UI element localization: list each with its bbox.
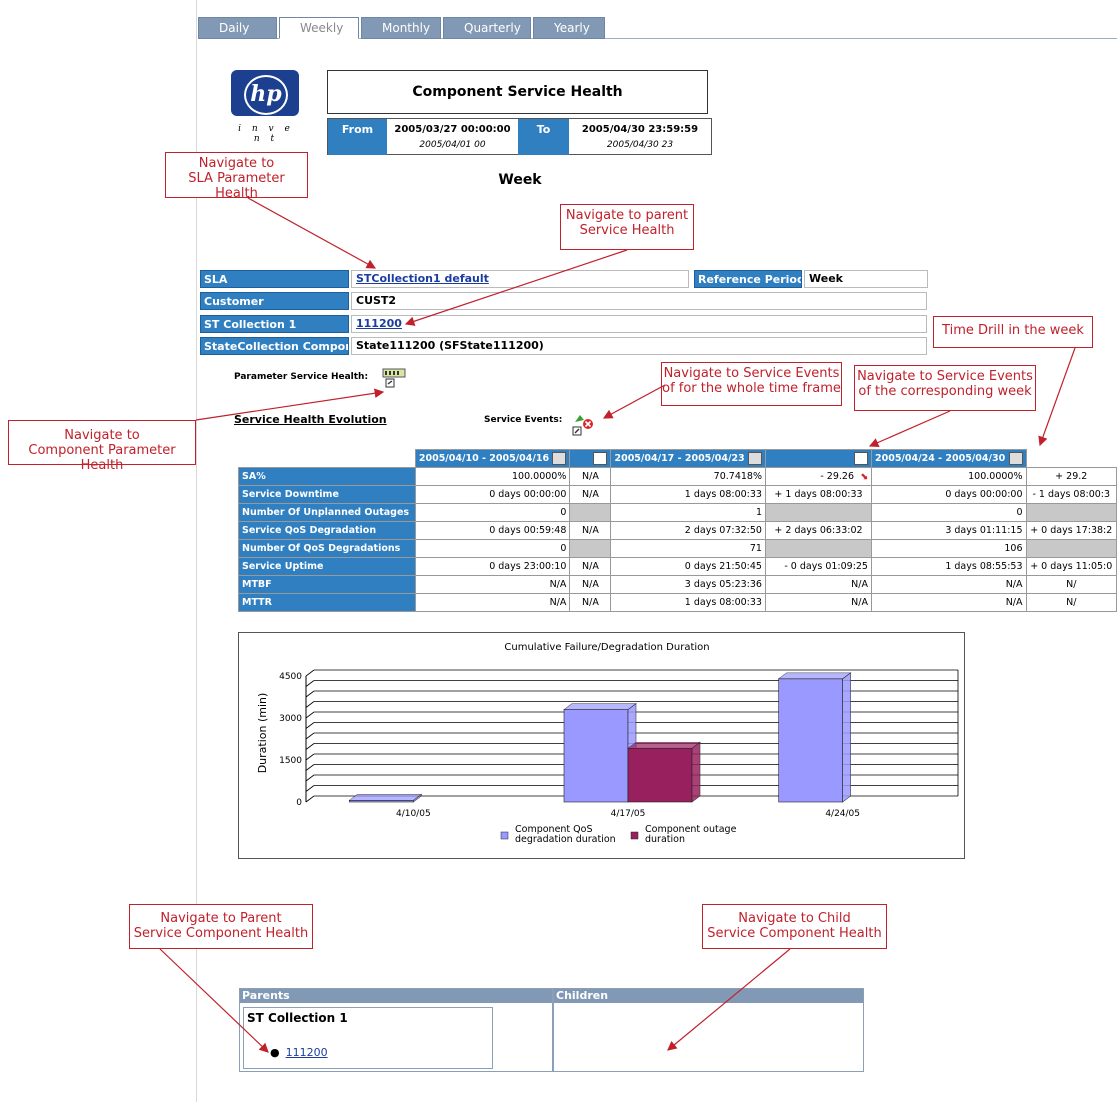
arrow-events-whole <box>602 384 666 419</box>
callout-arrows <box>159 197 1076 1053</box>
arrow-events-week <box>868 410 951 448</box>
arrow-child-comp <box>667 948 791 1051</box>
arrow-time-drill <box>1038 347 1076 447</box>
arrow-parent-sh <box>404 249 628 326</box>
arrow-sla <box>247 197 377 269</box>
arrow-comp-param <box>195 388 385 421</box>
arrow-parent-comp <box>159 948 269 1053</box>
